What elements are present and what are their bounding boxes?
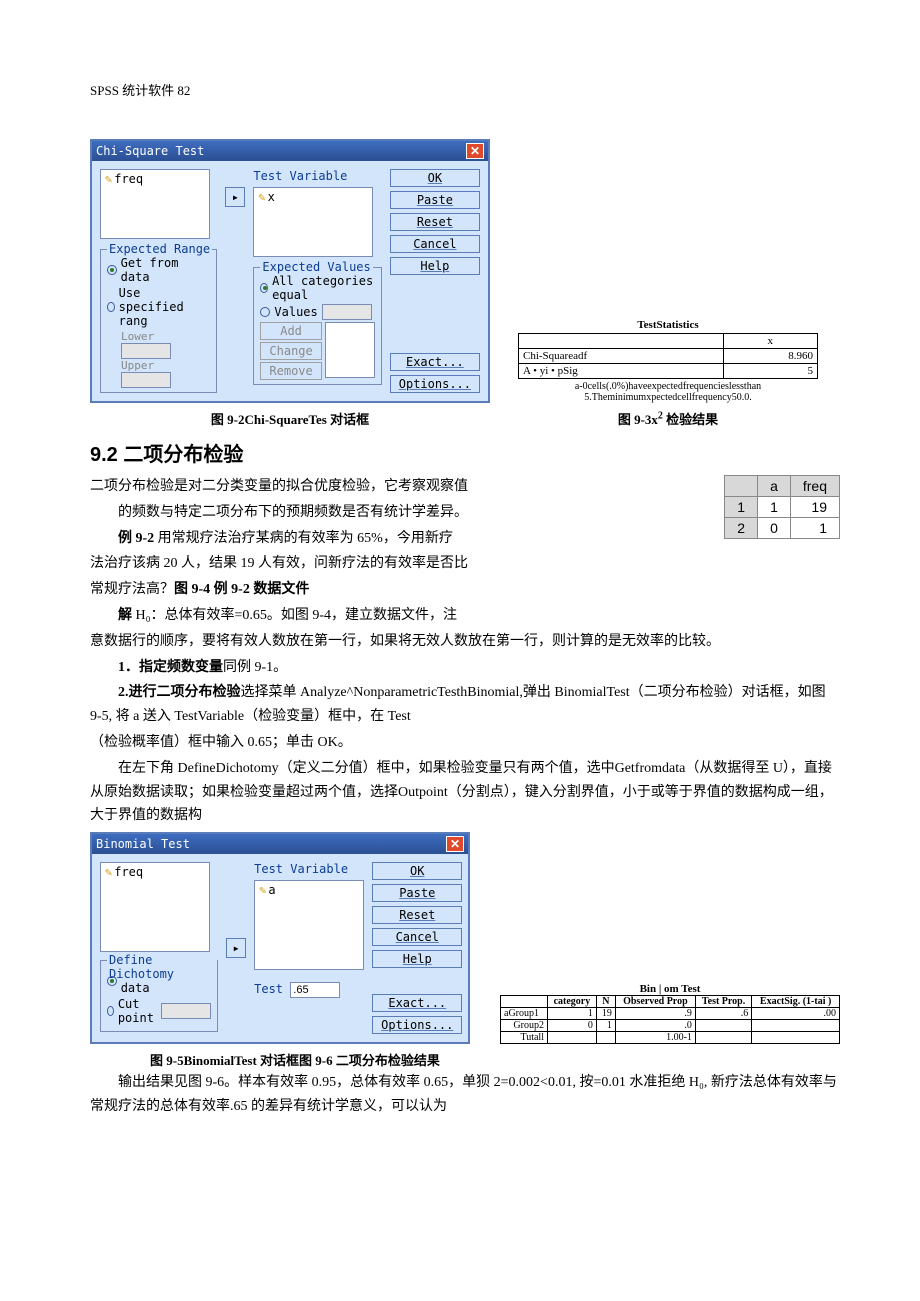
binomial-result-table: categoryNObserved PropTest Prop.ExactSig… (500, 995, 840, 1044)
dialog-titlebar: Chi-Square Test ✕ (92, 141, 488, 161)
para-p2: 法治疗该病 20 人，结果 19 人有效，问新疗法的有效率是否比 (90, 552, 840, 576)
fig2-caption: 图 9-3x2 检验结果 (518, 409, 818, 428)
help-button[interactable]: Help (372, 950, 462, 968)
para-p4: 意数据行的顺序，要将有效人数放在第一行，如果将无效人数放在第一行，则计算的是无效… (90, 630, 840, 654)
options-button[interactable]: Options... (372, 1016, 462, 1034)
figure-row-2: Binomial Test ✕ freq Define Dichotomy Ge… (90, 832, 840, 1044)
test-variable-label2: Test Variable (254, 862, 364, 876)
fig3-caption: 图 9-5BinomialTest 对话框图 9-6 二项分布检验结果 (150, 1050, 840, 1069)
reset-button[interactable]: Reset (372, 906, 462, 924)
example-data-table: afreq 1119 201 (724, 475, 840, 539)
change-button: Change (260, 342, 321, 360)
exact-button[interactable]: Exact... (372, 994, 462, 1012)
range-group-title: Expected Range (107, 242, 212, 256)
paste-button[interactable]: Paste (390, 191, 480, 209)
binomial-result-title: Bin | om Test (500, 983, 840, 995)
help-button[interactable]: Help (390, 257, 480, 275)
transfer-arrow-icon[interactable]: ▸ (225, 187, 245, 207)
fig2-wrap: TestStatistics x Chi-Squareadf8.960 A • … (518, 319, 818, 430)
test-variable-label: Test Variable (253, 169, 381, 183)
dialog2-titlebar: Binomial Test ✕ (92, 834, 468, 854)
stats-footnote: a-0cells(.0%)haveexpectedfrequenciesless… (518, 381, 818, 403)
radio-specified-range[interactable]: Use specified rang (107, 286, 210, 328)
para-conclusion: 输出结果见图 9-6。样本有效率 0.95，总体有效率 0.65，单狈 2=0.… (90, 1071, 840, 1119)
add-button: Add (260, 322, 321, 340)
test-statistics-box: TestStatistics x Chi-Squareadf8.960 A • … (518, 319, 818, 403)
cut-point-input (161, 1003, 211, 1019)
test-variable-list[interactable]: x (253, 187, 373, 257)
source-list2[interactable]: freq (100, 862, 210, 952)
radio-all-equal[interactable]: All categories equal (260, 274, 374, 302)
dialog2-buttons: OK Paste Reset Cancel Help Exact... Opti… (372, 862, 462, 1034)
para-step2b: （检验概率值）框中输入 0.65；单击 OK。 (90, 731, 840, 755)
cancel-button[interactable]: Cancel (390, 235, 480, 253)
reset-button[interactable]: Reset (390, 213, 480, 231)
ok-button[interactable]: OK (372, 862, 462, 880)
remove-button: Remove (260, 362, 321, 380)
fig1-caption: 图 9-2Chi-SquareTes 对话框 (90, 409, 490, 428)
page-header: SPSS 统计软件 82 (90, 80, 840, 99)
dialog2-title: Binomial Test (96, 837, 190, 851)
para-p3: 常规疗法高？图 9-4 例 9-2 数据文件 (90, 578, 840, 602)
fig3-wrap: Binomial Test ✕ freq Define Dichotomy Ge… (90, 832, 470, 1044)
binomial-dialog: Binomial Test ✕ freq Define Dichotomy Ge… (90, 832, 470, 1044)
paste-button[interactable]: Paste (372, 884, 462, 902)
para-step1: 1．指定频数变量同例 9-1。 (90, 656, 840, 680)
dich-title: Define Dichotomy (107, 953, 217, 981)
upper-input (121, 372, 171, 388)
close-icon[interactable]: ✕ (466, 143, 484, 159)
values-list (325, 322, 375, 378)
section-heading: 9.2 二项分布检验 (90, 438, 840, 467)
radio-values[interactable]: Values (260, 304, 374, 320)
source-list[interactable]: freq (100, 169, 210, 239)
values-group-title: Expected Values (260, 260, 372, 274)
cancel-button[interactable]: Cancel (372, 928, 462, 946)
test-variable-list2[interactable]: a (254, 880, 364, 970)
transfer-arrow-icon[interactable]: ▸ (226, 938, 246, 958)
ok-button[interactable]: OK (390, 169, 480, 187)
fig1-wrap: Chi-Square Test ✕ freq Expected Range Ge… (90, 139, 490, 430)
lower-input (121, 343, 171, 359)
para-p5: 在左下角 DefineDichotomy（定义二分值）框中，如果检验变量只有两个… (90, 757, 840, 828)
dialog-title: Chi-Square Test (96, 144, 204, 158)
para-step2: 2.进行二项分布检验选择菜单 Analyze^NonparametricTest… (90, 681, 840, 729)
chi-square-dialog: Chi-Square Test ✕ freq Expected Range Ge… (90, 139, 490, 403)
dialog-buttons: OK Paste Reset Cancel Help Exact... Opti… (390, 169, 480, 393)
radio-get-from-data[interactable]: Get from data (107, 256, 210, 284)
options-button[interactable]: Options... (390, 375, 480, 393)
radio-cut-point[interactable]: Cut point (107, 997, 211, 1025)
figure-row-1: Chi-Square Test ✕ freq Expected Range Ge… (90, 139, 840, 430)
values-input (322, 304, 372, 320)
exact-button[interactable]: Exact... (390, 353, 480, 371)
fig4-wrap: Bin | om Test categoryNObserved PropTest… (500, 983, 840, 1044)
para-solution: 解 H₀：总体有效率=0.65。如图 9-4，建立数据文件，注 (90, 604, 840, 628)
close-icon[interactable]: ✕ (446, 836, 464, 852)
test-prop-input[interactable] (290, 982, 340, 998)
